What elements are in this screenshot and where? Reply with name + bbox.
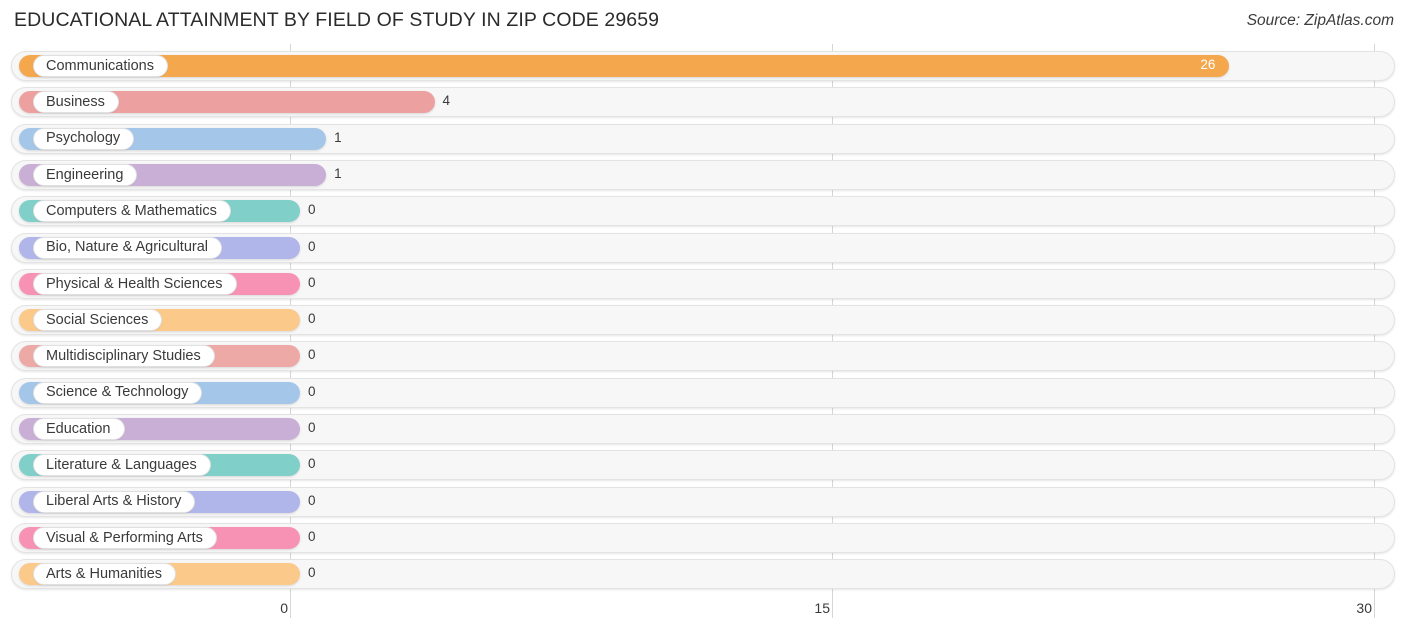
bar-row[interactable]: Literature & Languages 0 (11, 450, 1395, 481)
category-label: Social Sciences (46, 311, 149, 328)
category-label: Bio, Nature & Agricultural (46, 239, 208, 256)
category-label-pill[interactable]: Physical & Health Sciences (33, 272, 237, 295)
category-label-pill[interactable]: Engineering (33, 163, 138, 186)
axis-tick-label: 0 (280, 600, 288, 616)
bar-value-label: 0 (308, 528, 316, 544)
category-label: Multidisciplinary Studies (46, 348, 201, 365)
category-label: Literature & Languages (46, 457, 197, 474)
category-label-pill[interactable]: Social Sciences (33, 309, 163, 332)
category-label-pill[interactable]: Science & Technology (33, 381, 203, 404)
category-label: Science & Technology (46, 384, 189, 401)
category-label-pill[interactable]: Arts & Humanities (33, 563, 177, 586)
category-label: Arts & Humanities (46, 565, 163, 582)
bar-row[interactable]: Education 0 (11, 414, 1395, 444)
source-attribution: Source: ZipAtlas.com (1246, 12, 1394, 29)
category-label: Visual & Performing Arts (46, 529, 203, 546)
category-label-pill[interactable]: Psychology (33, 127, 135, 150)
category-label: Communications (46, 57, 154, 74)
bar-value-label: 0 (308, 311, 316, 327)
bar-value-label: 0 (308, 565, 316, 581)
bar-value-label: 0 (308, 274, 316, 290)
bar-value-label: 26 (1200, 57, 1216, 72)
bar-value-label: 1 (334, 165, 342, 181)
bar-row[interactable]: Science & Technology 0 (11, 377, 1395, 408)
chart-plot-area: Communications 26 Business 4 Psychology 1 Engi… (0, 44, 1406, 598)
bar-value-label: 4 (442, 93, 451, 109)
bar-value-label: 0 (308, 383, 316, 399)
category-label: Liberal Arts & History (46, 493, 182, 510)
x-axis: 0 15 30 (0, 598, 1406, 631)
category-label-pill[interactable]: Computers & Mathematics (33, 200, 231, 223)
axis-tick-line (1374, 598, 1375, 618)
value-bar[interactable] (19, 55, 1230, 77)
category-label-pill[interactable]: Liberal Arts & History (33, 490, 196, 513)
bar-value-label: 0 (308, 420, 316, 435)
bar-row[interactable]: Arts & Humanities 0 (11, 559, 1395, 590)
bar-row[interactable]: Engineering 1 (11, 159, 1395, 190)
category-label-pill[interactable]: Bio, Nature & Agricultural (33, 236, 222, 259)
bar-row[interactable]: Visual & Performing Arts 0 (11, 522, 1395, 553)
bar-row[interactable]: Social Sciences 0 (11, 305, 1395, 336)
category-label-pill[interactable]: Business (33, 91, 119, 114)
axis-tick-line (832, 598, 833, 618)
axis-tick-line (290, 598, 291, 618)
axis-tick-label: 30 (1356, 600, 1372, 616)
category-label: Engineering (46, 166, 124, 183)
category-label: Education (46, 420, 111, 437)
category-label: Psychology (46, 130, 121, 147)
bar-row[interactable]: Bio, Nature & Agricultural 0 (11, 232, 1395, 263)
category-label: Business (46, 94, 105, 111)
bar-value-label: 0 (308, 456, 316, 472)
bar-row[interactable]: Communications 26 (11, 51, 1395, 81)
category-label: Computers & Mathematics (46, 202, 217, 219)
bar-row[interactable]: Psychology 1 (11, 123, 1395, 154)
bar-row[interactable]: Physical & Health Sciences 0 (11, 268, 1395, 299)
bar-value-label: 0 (308, 202, 316, 218)
category-label-pill[interactable]: Literature & Languages (33, 454, 211, 477)
category-label-pill[interactable]: Communications (33, 55, 168, 77)
category-label-pill[interactable]: Education (33, 418, 125, 440)
bar-value-label: 0 (308, 347, 316, 363)
axis-tick-label: 15 (814, 600, 830, 616)
bar-value-label: 0 (308, 238, 316, 254)
bar-value-label: 1 (334, 129, 342, 145)
category-label: Physical & Health Sciences (46, 275, 223, 292)
bar-value-label: 0 (308, 492, 316, 508)
bar-row[interactable]: Computers & Mathematics 0 (11, 196, 1395, 227)
bar-row[interactable]: Business 4 (11, 87, 1395, 118)
chart-header: EDUCATIONAL ATTAINMENT BY FIELD OF STUDY… (0, 0, 1406, 44)
bar-row[interactable]: Multidisciplinary Studies 0 (11, 341, 1395, 372)
category-label-pill[interactable]: Visual & Performing Arts (33, 526, 217, 549)
bar-row[interactable]: Liberal Arts & History 0 (11, 486, 1395, 517)
category-label-pill[interactable]: Multidisciplinary Studies (33, 345, 215, 368)
page-title: EDUCATIONAL ATTAINMENT BY FIELD OF STUDY… (14, 9, 660, 31)
